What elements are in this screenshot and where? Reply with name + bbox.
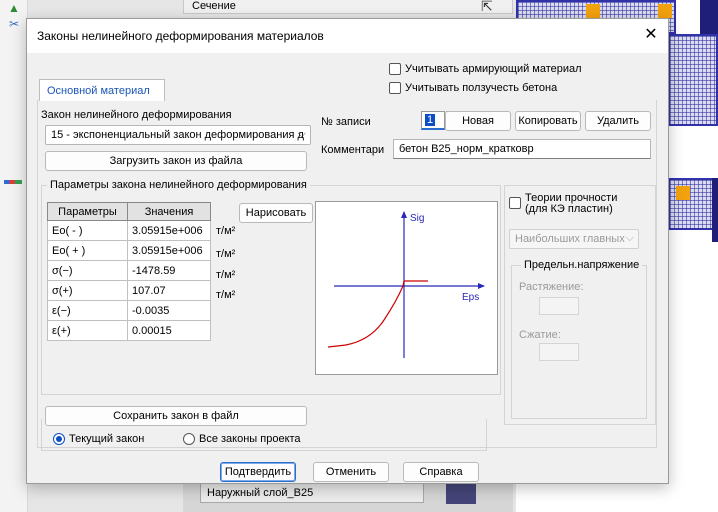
reinforcing-checkbox[interactable]: Учитывать армирующий материал xyxy=(389,63,582,75)
dialog-titlebar[interactable]: Законы нелинейного деформирования матери… xyxy=(27,19,668,53)
stress-strain-graph: Sig Eps xyxy=(315,201,498,375)
radio-button[interactable] xyxy=(183,433,195,445)
mesh-node-icon xyxy=(586,4,600,18)
radio-all-laws-label: Все законы проекта xyxy=(199,433,301,445)
unit-label: т/м² xyxy=(216,225,236,237)
checkbox-box[interactable] xyxy=(389,63,401,75)
strength-theory-checkbox[interactable]: Теории прочности (для КЭ пластин) xyxy=(509,193,617,215)
nonlinear-laws-dialog: Законы нелинейного деформирования матери… xyxy=(26,18,669,484)
checkbox-box[interactable] xyxy=(389,82,401,94)
table-row[interactable]: Eo( + ) 3.05915e+006 xyxy=(47,240,211,261)
param-name: ε(+) xyxy=(47,320,128,341)
radio-current-law-label: Текущий закон xyxy=(69,433,145,445)
stress-strain-curve xyxy=(327,280,428,348)
param-name: σ(+) xyxy=(47,280,128,301)
param-name: ε(−) xyxy=(47,300,128,321)
close-icon[interactable]: ✕ xyxy=(640,24,662,46)
param-value[interactable]: 107.07 xyxy=(127,280,211,301)
cancel-button[interactable]: Отменить xyxy=(313,462,389,482)
chevron-down-icon: ⌵ xyxy=(625,232,634,244)
param-name: Eo( + ) xyxy=(47,240,128,261)
y-axis-label: Sig xyxy=(410,213,424,224)
params-group-title: Параметры закона нелинейного деформирова… xyxy=(47,179,310,191)
law-select-value: 15 - экспоненциальный закон деформирован… xyxy=(51,129,304,141)
draw-button[interactable]: Нарисовать xyxy=(239,203,313,223)
background-layer-color-swatch[interactable] xyxy=(446,482,476,504)
mesh-block-right xyxy=(668,34,718,126)
copy-button[interactable]: Копировать xyxy=(515,111,581,131)
table-row[interactable]: ε(−) -0.0035 xyxy=(47,300,211,321)
reinforcing-checkbox-label: Учитывать армирующий материал xyxy=(405,63,582,75)
tension-label: Растяжение: xyxy=(519,281,584,293)
confirm-button[interactable]: Подтвердить xyxy=(220,462,296,482)
background-layer-field[interactable]: Наружный слой_B25 xyxy=(200,483,424,503)
table-row[interactable]: ε(+) 0.00015 xyxy=(47,320,211,341)
compression-input[interactable] xyxy=(539,343,579,361)
param-value[interactable]: 0.00015 xyxy=(127,320,211,341)
strength-theory-label: Теории прочности (для КЭ пластин) xyxy=(525,193,617,215)
radio-all-laws[interactable]: Все законы проекта xyxy=(183,433,301,445)
tree-icon[interactable]: ▲ xyxy=(6,0,22,16)
unit-label: т/м² xyxy=(216,289,236,301)
param-value[interactable]: 3.05915e+006 xyxy=(127,240,211,261)
param-value[interactable]: -0.0035 xyxy=(127,300,211,321)
mesh-dark-strip xyxy=(700,0,718,34)
params-table: Параметры Значения Eo( - ) 3.05915e+006 … xyxy=(47,202,211,341)
dialog-title: Законы нелинейного деформирования матери… xyxy=(37,29,324,43)
law-label: Закон нелинейного деформирования xyxy=(41,109,232,121)
tension-input[interactable] xyxy=(539,297,579,315)
tab-main-material[interactable]: Основной материал xyxy=(39,79,165,101)
checkbox-box[interactable] xyxy=(509,197,521,209)
mouse-cursor-icon: ⇱ xyxy=(481,0,493,14)
limit-stress-title: Предельн.напряжение xyxy=(521,259,643,271)
graph-svg: Sig Eps xyxy=(327,211,485,358)
unit-label: т/м² xyxy=(216,248,236,260)
mesh-dark-strip xyxy=(712,178,718,242)
record-number-value: 1 xyxy=(425,114,436,126)
x-axis-arrow xyxy=(478,283,485,289)
x-axis-label: Eps xyxy=(462,292,479,303)
record-label: № записи xyxy=(321,116,371,128)
radio-current-law[interactable]: Текущий закон xyxy=(53,433,144,445)
strength-theory-select[interactable]: Наибольших главных ⌵ xyxy=(509,229,639,249)
record-number-input[interactable]: 1 xyxy=(421,111,445,130)
background-tab-section[interactable]: Сечение xyxy=(183,0,513,14)
ruler-icon[interactable] xyxy=(4,180,22,184)
compression-label: Сжатие: xyxy=(519,329,561,341)
comment-label: Комментари xyxy=(321,144,385,156)
creep-checkbox-label: Учитывать ползучесть бетона xyxy=(405,82,558,94)
param-name: Eo( - ) xyxy=(47,220,128,241)
delete-button[interactable]: Удалить xyxy=(585,111,651,131)
comment-input[interactable]: бетон B25_норм_кратковр xyxy=(393,139,651,159)
table-row[interactable]: σ(−) -1478.59 xyxy=(47,260,211,281)
radio-button[interactable] xyxy=(53,433,65,445)
y-axis-arrow xyxy=(401,211,407,218)
creep-checkbox[interactable]: Учитывать ползучесть бетона xyxy=(389,82,557,94)
table-row[interactable]: Eo( - ) 3.05915e+006 xyxy=(47,220,211,241)
param-name: σ(−) xyxy=(47,260,128,281)
unit-label: т/м² xyxy=(216,269,236,281)
table-header-row: Параметры Значения xyxy=(47,202,211,221)
strength-theory-value: Наибольших главных xyxy=(515,233,625,245)
help-button[interactable]: Справка xyxy=(403,462,479,482)
scissors-icon[interactable]: ✂ xyxy=(6,16,22,32)
law-select[interactable]: 15 - экспоненциальный закон деформирован… xyxy=(45,125,311,145)
chevron-down-icon: ⌵ xyxy=(297,128,306,140)
mesh-node-icon xyxy=(658,4,672,18)
new-button[interactable]: Новая xyxy=(445,111,511,131)
table-row[interactable]: σ(+) 107.07 xyxy=(47,280,211,301)
table-header: Параметры xyxy=(47,202,128,221)
mesh-node-icon xyxy=(676,186,690,200)
load-law-button[interactable]: Загрузить закон из файла xyxy=(45,151,307,171)
strength-theory-label-line2: (для КЭ пластин) xyxy=(525,203,613,215)
left-toolbar xyxy=(0,0,28,512)
table-header: Значения xyxy=(127,202,211,221)
param-value[interactable]: -1478.59 xyxy=(127,260,211,281)
param-value[interactable]: 3.05915e+006 xyxy=(127,220,211,241)
